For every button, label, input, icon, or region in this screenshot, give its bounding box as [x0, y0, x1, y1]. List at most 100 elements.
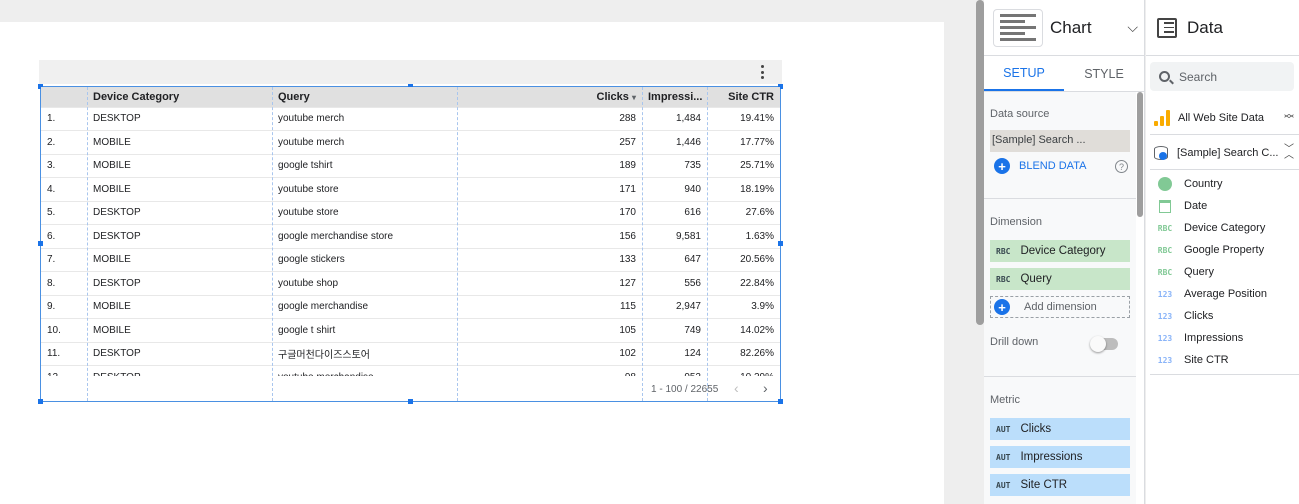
cell-query: youtube merch	[272, 130, 457, 154]
data-panel-title: Data	[1187, 17, 1223, 37]
report-page[interactable]: Device Category Query Clicks ▾ Impressi.…	[0, 22, 944, 504]
cell-impressions: 616	[642, 200, 707, 225]
header-device-category[interactable]: Device Category	[87, 87, 272, 107]
properties-scrollbar[interactable]	[1137, 92, 1143, 217]
field-label: Query	[1184, 266, 1214, 278]
divider	[1150, 374, 1299, 375]
more-options-icon[interactable]	[758, 65, 766, 79]
header-impressions[interactable]: Impressi...	[642, 87, 707, 107]
field-clicks[interactable]: 123 Clicks	[1156, 305, 1214, 327]
field-impressions[interactable]: 123 Impressions	[1156, 327, 1244, 349]
blend-data-button[interactable]: + BLEND DATA	[994, 158, 1086, 174]
chevron-down-icon[interactable]: ⌵	[1127, 19, 1138, 36]
tab-setup[interactable]: SETUP	[984, 56, 1064, 91]
cell-clicks: 170	[457, 200, 642, 225]
field-label: Device Category	[1184, 222, 1266, 234]
field-label: Date	[1184, 200, 1208, 212]
add-dimension-button[interactable]: + Add dimension	[990, 296, 1130, 318]
column-divider	[457, 87, 458, 401]
text-type-icon: RBC	[1157, 223, 1173, 233]
metric-chip-impressions[interactable]: AUT Impressions	[990, 446, 1130, 468]
cell-site-ctr: 25.71%	[707, 153, 780, 178]
table-row[interactable]: 1. DESKTOP youtube merch 288 1,484 19.41%	[41, 106, 780, 131]
cell-clicks: 156	[457, 224, 642, 248]
expand-collapse-icon[interactable]: ︿ ﹀	[1284, 110, 1294, 126]
row-index: 1.	[41, 106, 87, 131]
calendar-icon	[1159, 199, 1171, 213]
cell-impressions: 952	[642, 365, 707, 376]
next-page-icon[interactable]: ›	[763, 380, 768, 396]
cell-query: google stickers	[272, 247, 457, 272]
field-label: Country	[1184, 178, 1223, 190]
properties-tabs: SETUP STYLE	[984, 56, 1144, 92]
table-row[interactable]: 10. MOBILE google t shirt 105 749 14.02%	[41, 318, 780, 342]
header-query[interactable]: Query	[272, 87, 457, 107]
table-row[interactable]: 3. MOBILE google tshirt 189 735 25.71%	[41, 153, 780, 178]
field-date[interactable]: Date	[1156, 195, 1207, 217]
canvas-scrollbar[interactable]	[976, 0, 984, 325]
table-chart-icon[interactable]	[993, 8, 1043, 47]
chart-header-bar	[39, 60, 782, 84]
field-search-input[interactable]: Search	[1150, 62, 1294, 91]
dimension-chip-device-category[interactable]: RBC Device Category	[990, 240, 1130, 262]
data-source-primary[interactable]: All Web Site Data ︿ ﹀	[1154, 107, 1294, 129]
cell-device-category: DESKTOP	[87, 200, 272, 225]
cell-query: google t shirt	[272, 318, 457, 342]
table-row[interactable]: 7. MOBILE google stickers 133 647 20.56%	[41, 247, 780, 272]
table-row[interactable]: 12.DESKTOPyoutube merchandise9895210.29%	[41, 365, 780, 376]
field-average-position[interactable]: 123 Average Position	[1156, 283, 1267, 305]
dimension-title: Dimension	[990, 216, 1042, 228]
dimension-chip-query[interactable]: RBC Query	[990, 268, 1130, 290]
cell-device-category: MOBILE	[87, 294, 272, 319]
tab-style[interactable]: STYLE	[1064, 56, 1144, 91]
text-type-icon: RBC	[1157, 267, 1173, 277]
prev-page-icon[interactable]: ‹	[734, 380, 739, 396]
field-google-property[interactable]: RBC Google Property	[1156, 239, 1264, 261]
resize-handle-bottom[interactable]	[408, 399, 413, 404]
table-row[interactable]: 4. MOBILE youtube store 171 940 18.19%	[41, 177, 780, 201]
collapse-icon[interactable]: ﹀ ︿	[1284, 145, 1294, 161]
data-source-selector[interactable]: [Sample] Search ...	[990, 130, 1130, 152]
chart-type-label: Chart	[1050, 17, 1092, 37]
table-row[interactable]: 9. MOBILE google merchandise 115 2,947 3.9%	[41, 294, 780, 319]
number-type-icon: 123	[1157, 333, 1173, 343]
data-table: Device Category Query Clicks ▾ Impressi.…	[41, 87, 780, 376]
cell-impressions: 1,446	[642, 130, 707, 154]
row-index: 8.	[41, 271, 87, 295]
field-country[interactable]: Country	[1156, 173, 1223, 195]
table-viewport[interactable]: Device Category Query Clicks ▾ Impressi.…	[41, 87, 780, 376]
field-site-ctr[interactable]: 123 Site CTR	[1156, 349, 1229, 371]
pagination-label: 1 - 100 / 22655	[651, 384, 719, 395]
table-row[interactable]: 8. DESKTOP youtube shop 127 556 22.84%	[41, 271, 780, 295]
data-source-primary-label: All Web Site Data	[1178, 112, 1265, 124]
cell-clicks: 171	[457, 177, 642, 201]
column-divider	[87, 87, 88, 401]
cell-impressions: 749	[642, 318, 707, 342]
cell-site-ctr: 22.84%	[707, 271, 780, 295]
resize-handle-bottom-left[interactable]	[38, 399, 43, 404]
cell-device-category: MOBILE	[87, 318, 272, 342]
metric-chip-clicks[interactable]: AUT Clicks	[990, 418, 1130, 440]
field-device-category[interactable]: RBC Device Category	[1156, 217, 1266, 239]
table-chart[interactable]: Device Category Query Clicks ▾ Impressi.…	[38, 60, 783, 404]
cell-device-category: MOBILE	[87, 247, 272, 272]
resize-handle-bottom-right[interactable]	[778, 399, 783, 404]
cell-clicks: 288	[457, 106, 642, 131]
text-type-icon: RBC	[996, 274, 1011, 284]
drill-down-toggle[interactable]	[1090, 336, 1118, 352]
metric-chip-site-ctr[interactable]: AUT Site CTR	[990, 474, 1130, 496]
help-icon[interactable]: ?	[1115, 160, 1128, 173]
cell-clicks: 102	[457, 341, 642, 366]
cell-impressions: 2,947	[642, 294, 707, 319]
table-row[interactable]: 5. DESKTOP youtube store 170 616 27.6%	[41, 200, 780, 225]
cell-clicks: 105	[457, 318, 642, 342]
header-clicks[interactable]: Clicks ▾	[457, 87, 642, 107]
data-source-secondary[interactable]: [Sample] Search C... ﹀ ︿	[1154, 142, 1294, 164]
table-row[interactable]: 2. MOBILE youtube merch 257 1,446 17.77%	[41, 130, 780, 154]
cell-site-ctr: 27.6%	[707, 200, 780, 225]
field-query[interactable]: RBC Query	[1156, 261, 1214, 283]
table-row[interactable]: 11. DESKTOP 구글머천다이즈스토어 102 124 82.26%	[41, 341, 780, 366]
header-site-ctr[interactable]: Site CTR	[707, 87, 780, 107]
cell-query: youtube store	[272, 177, 457, 201]
table-row[interactable]: 6. DESKTOP google merchandise store 156 9,58…	[41, 224, 780, 248]
